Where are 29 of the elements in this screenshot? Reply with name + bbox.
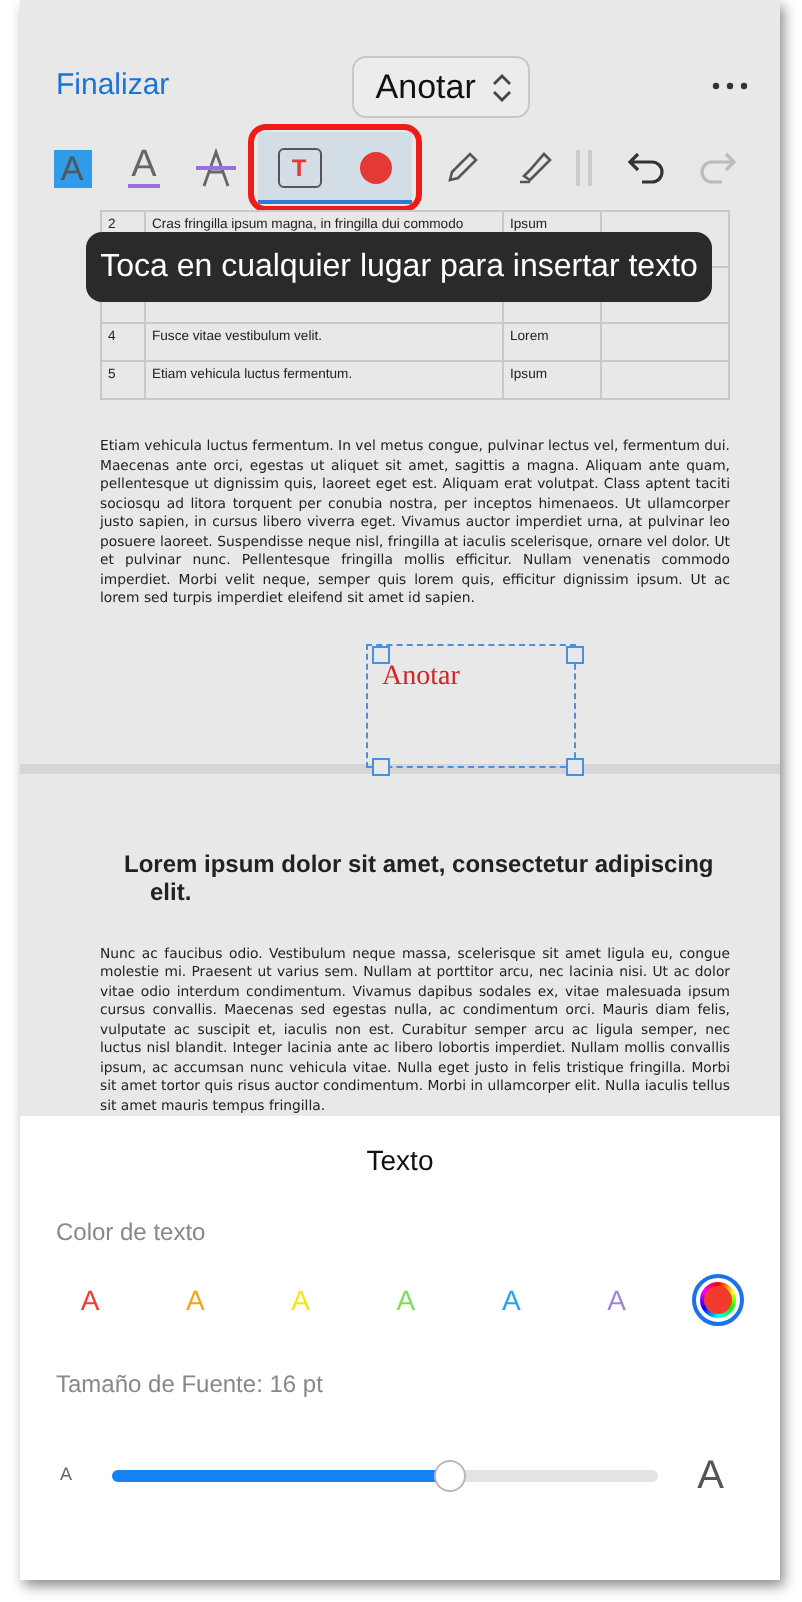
hint-tooltip: Toca en cualquier lugar para insertar texto bbox=[86, 232, 712, 303]
done-button[interactable]: Finalizar bbox=[56, 64, 170, 110]
large-size-label: A bbox=[697, 1452, 724, 1503]
color-label: Color de texto bbox=[56, 1216, 208, 1251]
font-size-label: Tamaño de Fuente: 16 pt bbox=[56, 1368, 325, 1403]
textbox-tool[interactable]: T bbox=[258, 132, 340, 205]
small-size-label: A bbox=[60, 1462, 73, 1489]
highlight-tool[interactable]: A bbox=[36, 132, 108, 205]
undo-icon bbox=[626, 150, 666, 187]
resize-handle[interactable] bbox=[566, 645, 584, 664]
resize-handle[interactable] bbox=[566, 757, 584, 776]
sheet-title: Texto bbox=[364, 1142, 436, 1181]
color-picker[interactable] bbox=[691, 1274, 744, 1327]
redo-icon bbox=[698, 150, 738, 187]
pencil-icon bbox=[444, 150, 480, 187]
annotation-text: Anotar bbox=[382, 659, 460, 696]
strikethrough-icon bbox=[194, 148, 238, 189]
mode-selector[interactable]: Anotar bbox=[351, 55, 530, 119]
more-icon bbox=[712, 82, 748, 91]
highlighter-icon bbox=[516, 150, 552, 187]
separator-icon bbox=[574, 148, 594, 189]
underline-tool[interactable]: A bbox=[108, 132, 180, 205]
chevron-updown-icon bbox=[491, 71, 512, 104]
color-tool[interactable] bbox=[340, 132, 412, 205]
slider-thumb[interactable] bbox=[434, 1460, 467, 1493]
resize-handle[interactable] bbox=[372, 645, 390, 664]
font-size-slider[interactable] bbox=[112, 1458, 658, 1495]
section-heading: Lorem ipsum dolor sit amet, consectetur adipiscing elit. bbox=[122, 849, 716, 906]
resize-handle[interactable] bbox=[372, 757, 390, 776]
